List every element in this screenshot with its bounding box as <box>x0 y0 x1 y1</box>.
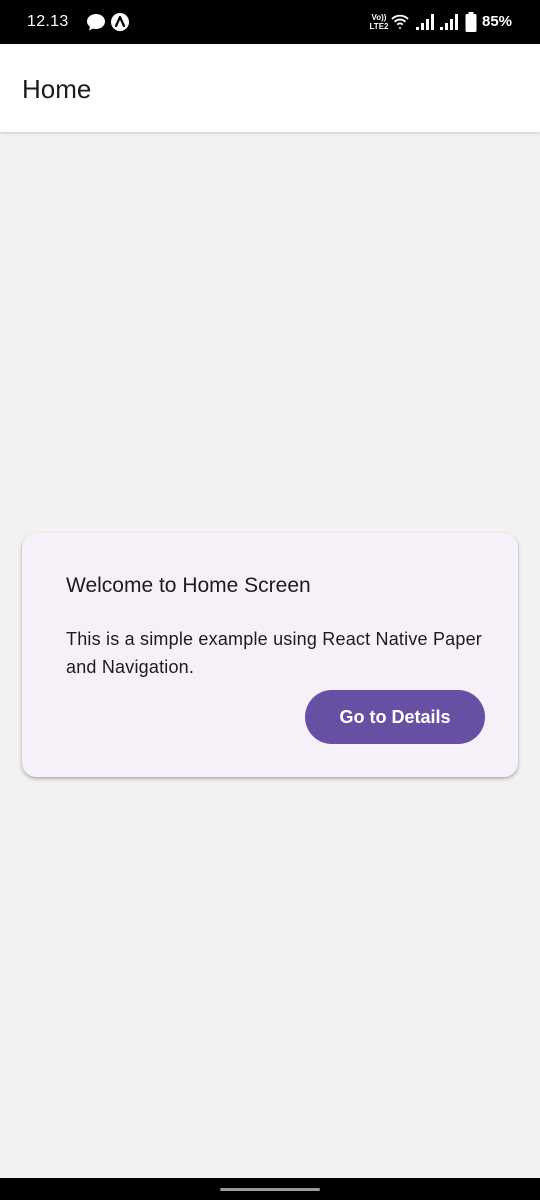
system-nav-bar <box>0 1178 540 1200</box>
card-title: Welcome to Home Screen <box>66 574 311 597</box>
signal-icon <box>438 12 458 37</box>
volte-icon: Vo)) LTE2 <box>368 11 390 38</box>
wifi-icon <box>391 13 409 36</box>
page-title: Home <box>22 74 92 104</box>
message-bubble-icon <box>86 12 106 37</box>
status-time: 12.13 <box>27 13 69 30</box>
svg-text:LTE2: LTE2 <box>370 22 390 31</box>
screen: 12.13 Vo)) LTE2 85% Home Welcome to Home… <box>0 0 540 1200</box>
card-body-text: This is a simple example using React Nat… <box>66 629 482 677</box>
status-bar: 12.13 Vo)) LTE2 85% <box>0 0 540 44</box>
svg-text:Vo)): Vo)) <box>372 13 387 22</box>
signal-icon <box>414 12 434 37</box>
battery-percentage: 85% <box>482 13 513 30</box>
app-bar: Home <box>0 44 540 132</box>
gesture-handle[interactable] <box>220 1188 320 1191</box>
welcome-card: Welcome to Home Screen This is a simple … <box>22 533 518 777</box>
go-to-details-button[interactable]: Go to Details <box>305 690 485 744</box>
notification-app-icon <box>110 12 130 37</box>
battery-icon <box>464 12 478 37</box>
